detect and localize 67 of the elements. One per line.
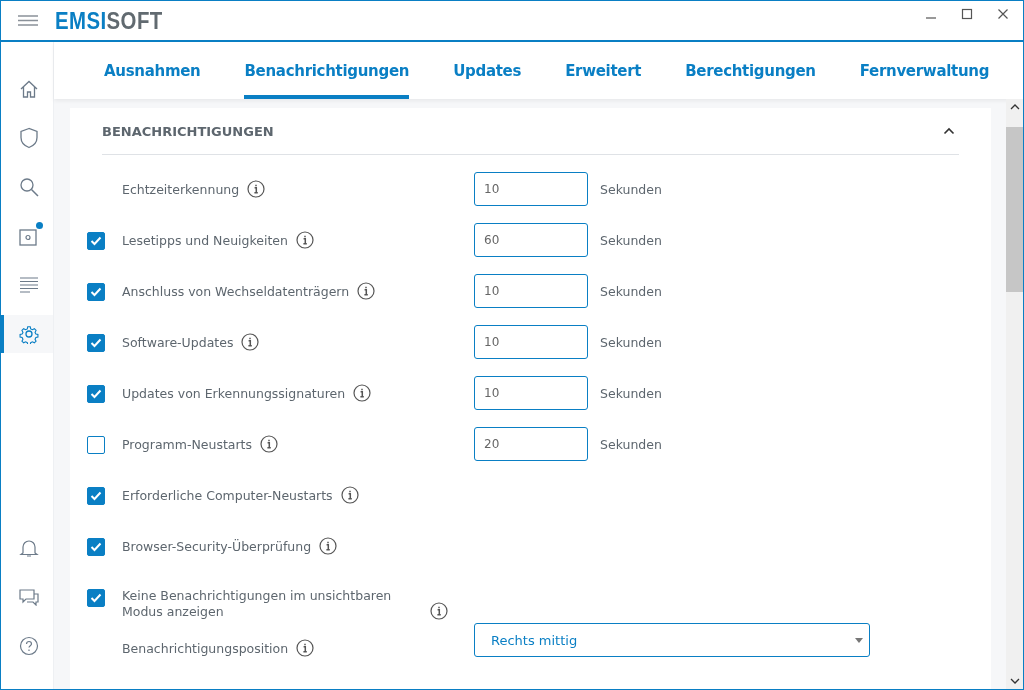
checkbox[interactable] — [87, 385, 105, 403]
unit-label: Sekunden — [600, 232, 662, 248]
checkbox[interactable] — [87, 334, 105, 352]
unit-label: Sekunden — [600, 436, 662, 452]
settings-icon — [18, 324, 39, 344]
info-icon[interactable] — [319, 537, 338, 555]
tab[interactable]: Benachrichtigungen — [244, 42, 410, 99]
chat-icon[interactable] — [18, 588, 39, 606]
tab[interactable]: Berechtigungen — [685, 42, 816, 99]
scan-icon — [18, 226, 39, 246]
seconds-input[interactable]: 10 — [474, 274, 588, 308]
checkbox[interactable] — [87, 436, 105, 454]
info-icon[interactable] — [260, 435, 279, 453]
info-icon[interactable] — [340, 486, 359, 504]
setting-label: Benachrichtigungsposition — [122, 641, 289, 657]
info-icon[interactable] — [430, 602, 448, 620]
dropdown-caret-icon — [855, 637, 863, 643]
unit-label: Sekunden — [600, 334, 662, 350]
setting-label: Software-Updates — [122, 335, 234, 351]
scrollbar[interactable] — [1006, 99, 1023, 689]
bell-icon[interactable] — [18, 538, 39, 558]
setting-label: Programm-Neustarts — [122, 437, 253, 453]
scroll-up-icon[interactable] — [1009, 103, 1020, 111]
tab[interactable]: Fernverwaltung — [859, 42, 990, 99]
app-logo: EMSISOFT — [55, 6, 163, 35]
info-icon[interactable] — [295, 231, 314, 249]
help-icon[interactable] — [18, 636, 39, 656]
unit-label: Sekunden — [600, 181, 662, 197]
checkbox[interactable] — [87, 232, 105, 250]
seconds-input[interactable]: 20 — [474, 427, 588, 461]
seconds-input[interactable]: 10 — [474, 376, 588, 410]
section-title: BENACHRICHTIGUNGEN — [102, 123, 274, 139]
collapse-chevron-icon[interactable] — [943, 127, 955, 135]
sidebar-item[interactable] — [1, 315, 53, 353]
close-icon[interactable] — [997, 7, 1009, 20]
menu-icon[interactable] — [18, 15, 38, 26]
unit-label: Sekunden — [600, 385, 662, 401]
setting-label: Lesetipps und Neuigkeiten — [122, 233, 288, 249]
tab[interactable]: Ausnahmen — [104, 42, 201, 99]
seconds-input[interactable]: 10 — [474, 172, 588, 206]
checkbox[interactable] — [87, 589, 105, 607]
home-icon — [18, 79, 39, 99]
checkbox[interactable] — [87, 538, 105, 556]
info-icon[interactable] — [357, 282, 376, 300]
unit-label: Sekunden — [600, 283, 662, 299]
checkbox[interactable] — [87, 283, 105, 301]
list-icon — [18, 276, 39, 294]
position-dropdown[interactable]: Rechts mittig — [474, 623, 870, 657]
shield-icon — [18, 127, 39, 149]
scroll-down-icon[interactable] — [1009, 677, 1020, 685]
checkbox[interactable] — [87, 487, 105, 505]
seconds-input[interactable]: 60 — [474, 223, 588, 257]
setting-label: Keine Benachrichtigungen im unsichtbaren Modus anzeigen — [122, 588, 393, 620]
setting-label: Updates von Erkennungssignaturen — [122, 386, 346, 402]
info-icon[interactable] — [241, 333, 260, 351]
setting-label: Echtzeiterkennung — [122, 182, 240, 198]
info-icon[interactable] — [353, 384, 372, 402]
setting-label: Browser-Security-Überprüfung — [122, 539, 312, 555]
tab[interactable]: Erweitert — [565, 42, 642, 99]
search-icon — [18, 177, 39, 197]
tab[interactable]: Updates — [453, 42, 522, 99]
setting-label: Anschluss von Wechseldatenträgern — [122, 284, 350, 300]
setting-label: Erforderliche Computer-Neustarts — [122, 488, 333, 504]
info-icon[interactable] — [296, 639, 315, 657]
maximize-icon[interactable] — [961, 7, 973, 20]
info-icon[interactable] — [247, 180, 266, 198]
seconds-input[interactable]: 10 — [474, 325, 588, 359]
